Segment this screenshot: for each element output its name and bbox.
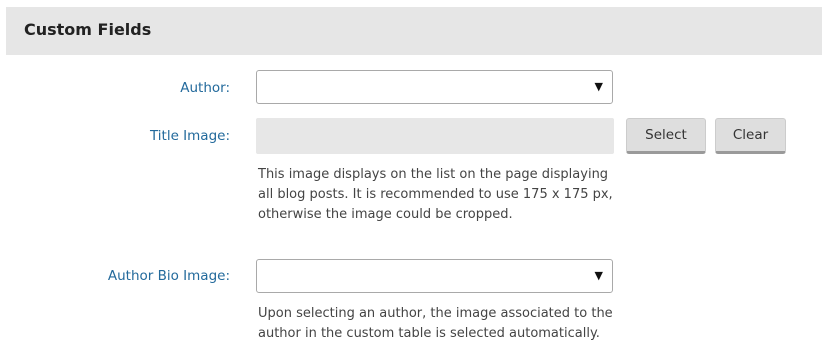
title-image-label: Title Image: xyxy=(149,128,230,144)
author-bio-image-select[interactable]: ▼ xyxy=(256,259,613,293)
panel-header: Custom Fields xyxy=(6,7,822,55)
author-select[interactable]: ▼ xyxy=(256,70,613,104)
select-image-button[interactable]: Select xyxy=(626,118,706,154)
author-bio-image-help-text: Upon selecting an author, the image asso… xyxy=(258,306,613,341)
author-label: Author: xyxy=(180,80,230,96)
panel-title: Custom Fields xyxy=(24,20,152,39)
chevron-down-icon: ▼ xyxy=(594,80,603,93)
chevron-down-icon: ▼ xyxy=(594,269,603,282)
clear-image-button[interactable]: Clear xyxy=(715,118,786,154)
title-image-help-text: This image displays on the list on the p… xyxy=(258,167,613,222)
author-bio-image-label: Author Bio Image: xyxy=(107,268,230,284)
custom-fields-panel: Custom Fields Author: ▼ Title Image: Sel… xyxy=(0,0,822,362)
title-image-input[interactable] xyxy=(256,118,614,154)
